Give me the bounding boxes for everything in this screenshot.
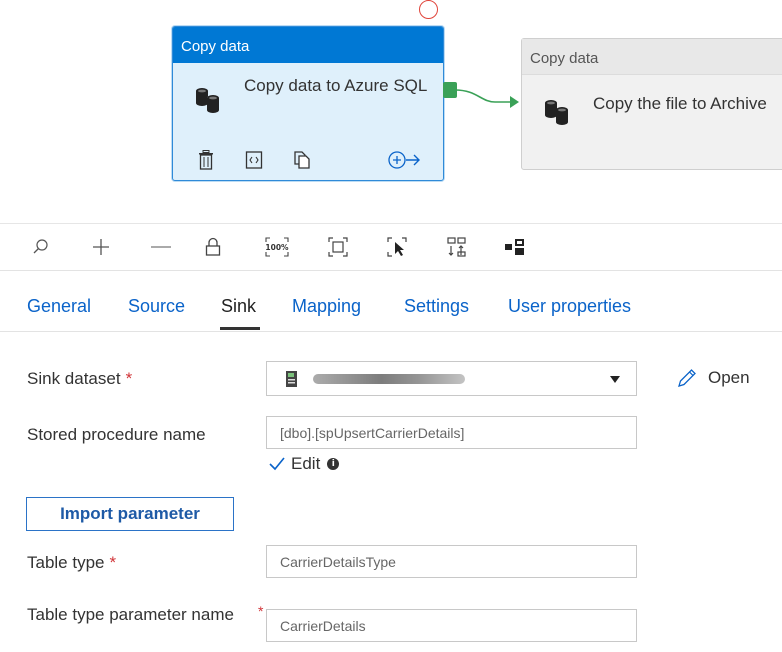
edit-label: Edit [291,454,321,473]
success-connector[interactable] [455,80,525,116]
tab-source[interactable]: Source [128,296,185,317]
sink-dataset-label: Sink dataset * [27,368,132,390]
auto-align-icon[interactable] [444,234,470,260]
search-icon[interactable] [28,234,54,260]
required-marker: * [109,553,117,572]
edit-option: Edit i [268,453,340,475]
zoom-100-icon[interactable]: 100% [264,234,290,260]
info-icon[interactable]: i [327,458,340,470]
canvas-toolbar: 100% [0,224,782,270]
table-type-parameter-field[interactable]: CarrierDetails [266,609,637,642]
activity-header: Copy data [522,39,782,75]
lock-icon[interactable] [200,234,226,260]
import-parameter-button[interactable]: Import parameter [26,497,234,531]
tab-settings[interactable]: Settings [404,296,469,317]
sink-dataset-label-text: Sink dataset [27,369,121,388]
open-label: Open [708,368,750,387]
tab-sink[interactable]: Sink [221,296,256,317]
table-type-label-text: Table type [27,553,105,572]
table-type-parameter-label: Table type parameter name [27,605,234,624]
activity-header: Copy data [173,27,443,63]
database-icon [193,85,223,115]
database-icon [542,97,572,127]
chevron-down-icon [610,376,620,383]
tabs-divider [0,331,782,332]
layout-icon[interactable] [502,234,528,260]
pencil-icon [678,369,696,387]
activity-title: Copy data to Azure SQL [244,76,428,95]
required-marker: * [125,369,133,388]
pipeline-canvas[interactable]: Copy data Copy data to Azure SQL Copy da… [0,0,782,224]
tab-general[interactable]: General [27,296,91,317]
properties-tabs: General Source Sink Mapping Settings Use… [0,282,782,332]
code-icon[interactable] [245,147,263,173]
active-tab-indicator [220,327,260,330]
stored-procedure-field[interactable]: [dbo].[spUpsertCarrierDetails] [266,416,637,449]
toolbar-divider [0,270,782,271]
edit-checkbox[interactable] [268,455,286,473]
activity-copy-the-file-to-archive[interactable]: Copy data Copy the file to Archive [521,38,782,170]
redacted-dataset-name [313,374,465,384]
add-output-icon[interactable] [387,147,421,173]
copy-icon[interactable] [292,147,312,173]
sink-dataset-dropdown[interactable] [266,361,637,396]
delete-icon[interactable] [197,147,215,173]
select-mode-icon[interactable] [385,234,411,260]
open-dataset-link[interactable]: Open [676,366,750,390]
dataset-icon [285,370,299,393]
tab-mapping[interactable]: Mapping [292,296,361,317]
required-marker: * [258,603,264,619]
error-indicator-icon [419,0,438,19]
zoom-out-icon[interactable] [148,234,174,260]
fit-to-screen-icon[interactable] [325,234,351,260]
stored-procedure-label: Stored procedure name [27,425,206,444]
activity-copy-data-to-azure-sql[interactable]: Copy data Copy data to Azure SQL [172,26,444,181]
table-type-field[interactable]: CarrierDetailsType [266,545,637,578]
activity-toolbar [173,147,443,175]
tab-user-properties[interactable]: User properties [508,296,631,317]
zoom-100-label: 100% [265,243,289,252]
table-type-label: Table type * [27,552,116,574]
activity-title: Copy the file to Archive [593,94,767,113]
zoom-in-icon[interactable] [88,234,114,260]
